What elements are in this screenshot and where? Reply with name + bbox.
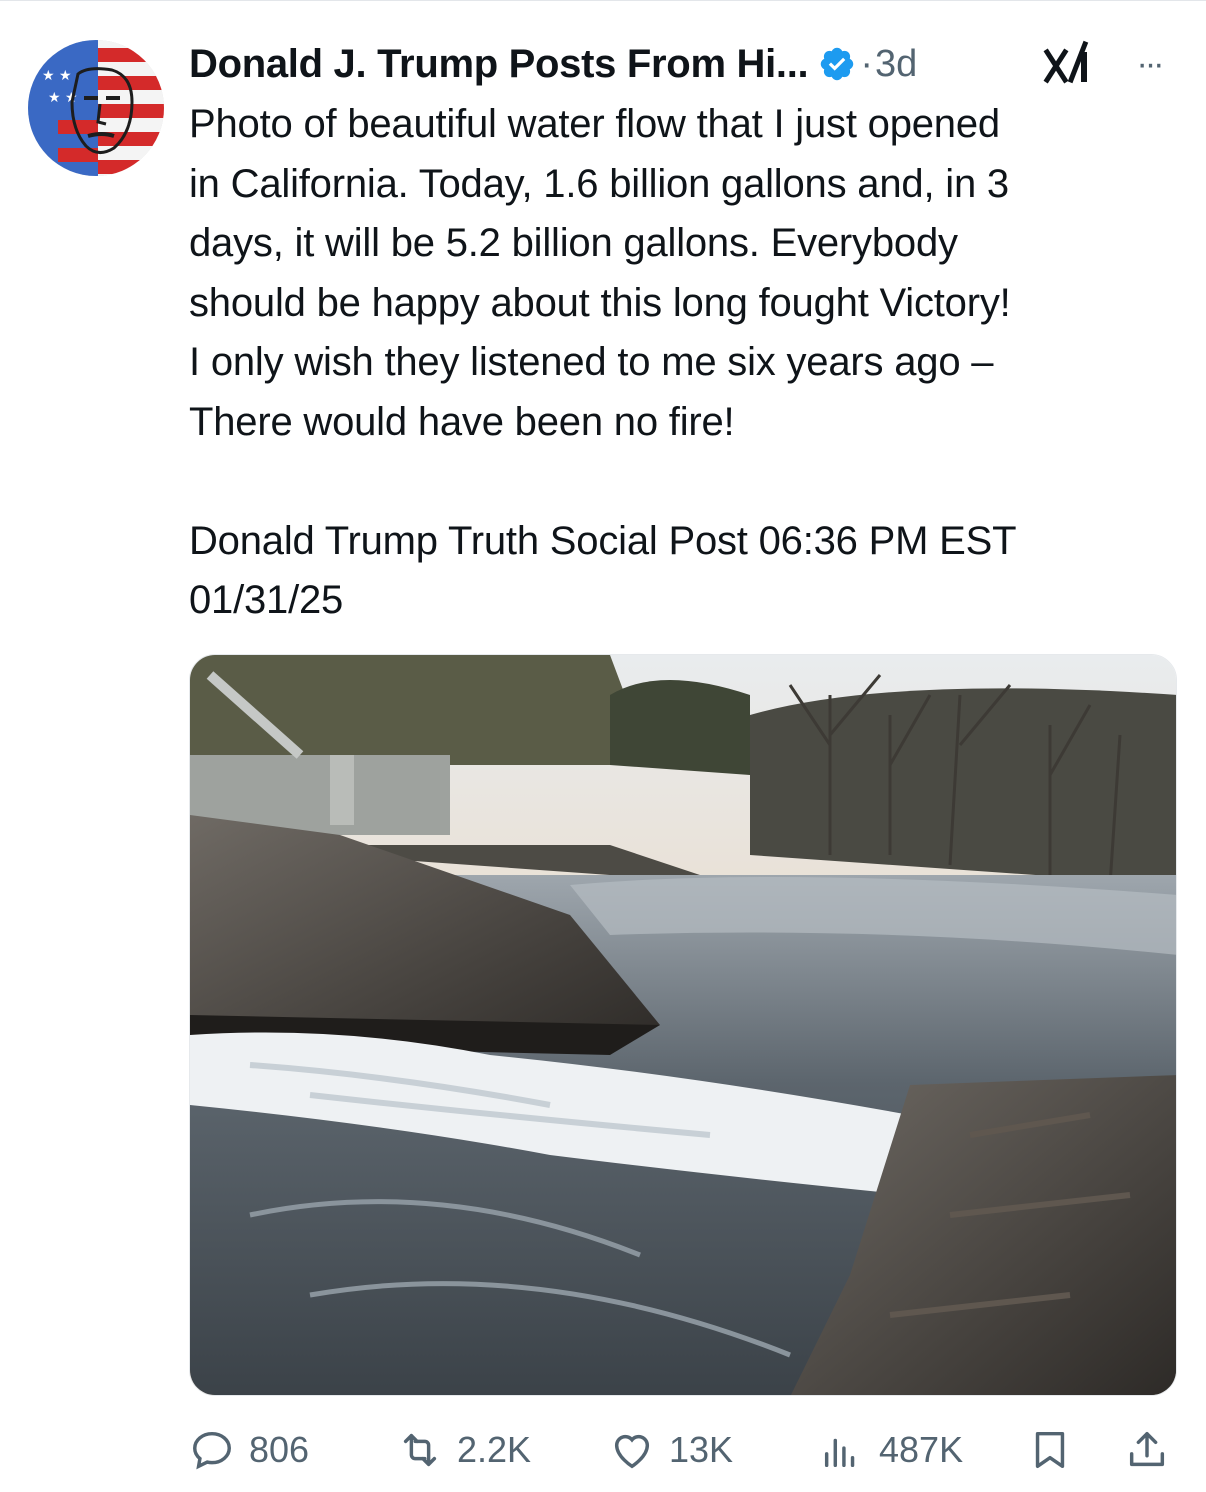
like-button[interactable]: 13K xyxy=(609,1420,733,1480)
heart-icon xyxy=(614,1434,650,1469)
reply-button[interactable]: 806 xyxy=(189,1420,309,1480)
source-line: Donald Trump Truth Social Post 06:36 PM … xyxy=(189,518,1017,563)
bookmark-button[interactable] xyxy=(1027,1420,1073,1480)
post-text-line: in California. Today, 1.6 billion gallon… xyxy=(189,161,1009,206)
xai-grok-icon[interactable] xyxy=(1043,40,1095,90)
post-time[interactable]: 3d xyxy=(875,43,917,86)
post-text-line: should be happy about this long fought V… xyxy=(189,280,1011,325)
views-icon xyxy=(824,1438,855,1468)
author-name[interactable]: Donald J. Trump Posts From Hi... xyxy=(189,42,809,87)
views-count: 487K xyxy=(879,1429,964,1470)
more-icon[interactable]: ··· xyxy=(1127,44,1171,84)
post-image[interactable] xyxy=(189,654,1177,1396)
share-button[interactable] xyxy=(1124,1420,1170,1480)
avatar[interactable]: ★ ★ ★ ★ xyxy=(28,40,164,176)
share-icon xyxy=(1129,1431,1165,1467)
top-divider xyxy=(0,0,1206,1)
verified-badge-icon xyxy=(818,45,856,83)
post-text-line: Photo of beautiful water flow that I jus… xyxy=(189,102,1000,146)
post-text-line: I only wish they listened to me six year… xyxy=(189,340,994,384)
source-line: 01/31/25 xyxy=(189,578,344,622)
like-count: 13K xyxy=(669,1429,734,1470)
repost-button[interactable]: 2.2K xyxy=(397,1420,531,1480)
views-button[interactable]: 487K xyxy=(819,1420,963,1480)
repost-icon xyxy=(403,1433,437,1467)
svg-text:★ ★: ★ ★ xyxy=(42,68,72,84)
reply-icon xyxy=(193,1431,231,1470)
post-text: Photo of beautiful water flow that I jus… xyxy=(189,95,1179,631)
post-text-line: days, it will be 5.2 billion gallons. Ev… xyxy=(189,221,958,265)
reply-count: 806 xyxy=(249,1429,310,1470)
repost-count: 2.2K xyxy=(457,1429,532,1470)
bookmark-icon xyxy=(1035,1431,1065,1469)
post-text-line: There would have been no fire! xyxy=(189,399,735,444)
post-header: Donald J. Trump Posts From Hi... · 3d ··… xyxy=(189,36,1179,92)
separator-dot: · xyxy=(860,42,874,85)
action-bar: 806 2.2K 13K 487K xyxy=(189,1420,1179,1480)
